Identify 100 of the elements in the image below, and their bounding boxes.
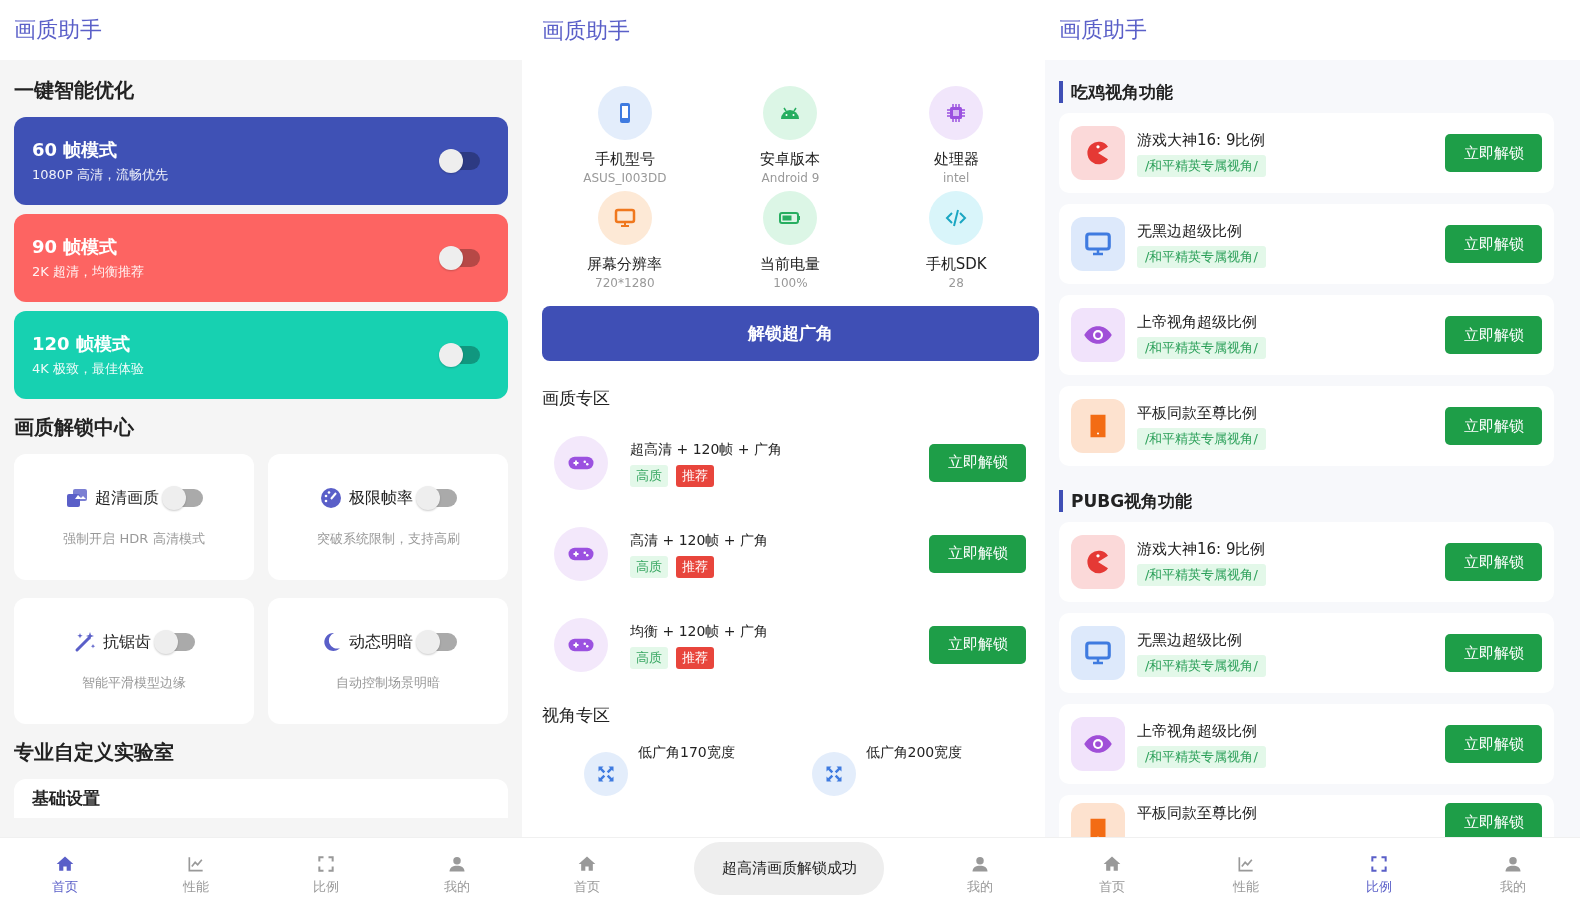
section-heading: 画质解锁中心 bbox=[14, 414, 135, 441]
unlock-button[interactable]: 立即解锁 bbox=[1445, 803, 1542, 837]
monitor-icon bbox=[597, 191, 652, 245]
nav-tab[interactable]: 性能 bbox=[182, 849, 209, 900]
preset-name: 均衡 + 120帧 + 广角 bbox=[630, 621, 769, 641]
view-name: 低广角170宽度 bbox=[638, 744, 735, 762]
eye-icon bbox=[1071, 308, 1125, 362]
tag: 高质 bbox=[630, 464, 668, 487]
app-title: 画质助手 bbox=[542, 17, 630, 45]
info-label: 处理器 bbox=[933, 149, 979, 169]
nav-tab[interactable]: 首页 bbox=[1098, 849, 1125, 900]
unlock-button[interactable]: 立即解锁 bbox=[1445, 225, 1542, 263]
toast-message: 超高清画质解锁成功 bbox=[694, 842, 884, 895]
nav-tab[interactable]: 首页 bbox=[52, 849, 79, 900]
pacman-icon bbox=[1071, 126, 1125, 180]
section-heading: 吃鸡视角功能 bbox=[1059, 81, 1554, 103]
tablet-icon bbox=[1071, 399, 1125, 453]
unlock-button[interactable]: 立即解锁 bbox=[1445, 725, 1542, 763]
ratio-name: 平板同款至尊比例 bbox=[1137, 803, 1258, 823]
photos-icon bbox=[65, 486, 89, 510]
toggle-switch[interactable] bbox=[442, 346, 480, 364]
section-heading: 画质专区 bbox=[542, 387, 611, 409]
feature-label: 极限帧率 bbox=[349, 487, 413, 509]
section-heading: 视角专区 bbox=[542, 704, 611, 726]
pacman-icon bbox=[1071, 535, 1125, 589]
app-title: 画质助手 bbox=[1059, 16, 1147, 44]
toggle-switch[interactable] bbox=[419, 633, 457, 651]
unlock-button[interactable]: 解锁超广角 bbox=[542, 306, 1039, 361]
nav-tab[interactable]: 我的 bbox=[443, 849, 470, 900]
card-title: 基础设置 bbox=[32, 788, 101, 808]
unlock-button[interactable]: 立即解锁 bbox=[1445, 543, 1542, 581]
monitor-icon bbox=[1071, 217, 1125, 271]
tag: /和平精英专属视角/ bbox=[1137, 563, 1266, 586]
feature-description: 强制开启 HDR 高清模式 bbox=[63, 530, 205, 548]
ratio-name: 上帝视角超级比例 bbox=[1137, 311, 1258, 332]
nav-tab[interactable]: 我的 bbox=[1500, 849, 1527, 900]
fullscreen-icon bbox=[1369, 853, 1390, 874]
view-name: 低广角200宽度 bbox=[865, 744, 963, 762]
toggle-switch[interactable] bbox=[165, 489, 203, 507]
info-value: 720*1280 bbox=[595, 276, 655, 290]
feature-label: 动态明暗 bbox=[349, 631, 413, 653]
unlock-button[interactable]: 立即解锁 bbox=[1445, 634, 1542, 672]
nav-tab[interactable]: 性能 bbox=[1232, 849, 1259, 900]
ratio-name: 无黑边超级比例 bbox=[1137, 220, 1243, 241]
mode-name: 60 帧模式 bbox=[32, 138, 119, 162]
nav-tab[interactable]: 比例 bbox=[1366, 849, 1393, 900]
tag: 推荐 bbox=[676, 646, 714, 669]
toggle-switch[interactable] bbox=[442, 249, 480, 267]
info-label: 安卓版本 bbox=[760, 149, 821, 169]
expand-icon bbox=[811, 752, 856, 796]
info-value: ASUS_I003DD bbox=[583, 171, 667, 185]
unlock-button[interactable]: 立即解锁 bbox=[929, 443, 1026, 482]
mode-card[interactable]: 60 帧模式 1080P 高清，流畅优先 bbox=[14, 117, 508, 205]
mode-description: 2K 超清，均衡推荐 bbox=[32, 263, 144, 281]
section-heading: PUBG视角功能 bbox=[1059, 490, 1554, 512]
preset-name: 超高清 + 120帧 + 广角 bbox=[630, 439, 783, 459]
toggle-switch[interactable] bbox=[157, 633, 195, 651]
toggle-switch[interactable] bbox=[419, 489, 457, 507]
ratio-name: 游戏大神16: 9比例 bbox=[1137, 129, 1267, 150]
gamepad-icon bbox=[554, 435, 608, 490]
nav-tab[interactable]: 我的 bbox=[966, 849, 993, 900]
mode-description: 4K 极致，最佳体验 bbox=[32, 360, 144, 378]
feature-description: 自动控制场景明暗 bbox=[336, 674, 440, 692]
tag: 高质 bbox=[630, 555, 668, 578]
code-icon bbox=[929, 191, 984, 245]
section-heading: 一键智能优化 bbox=[14, 77, 135, 104]
mode-description: 1080P 高清，流畅优先 bbox=[32, 166, 169, 184]
toggle-switch[interactable] bbox=[442, 152, 480, 170]
tag: /和平精英专属视角/ bbox=[1137, 654, 1266, 677]
info-value: 100% bbox=[773, 276, 808, 290]
robot-icon bbox=[763, 86, 818, 140]
feature-description: 突破系统限制，支持高刷 bbox=[316, 530, 460, 548]
phone-icon bbox=[597, 86, 652, 140]
unlock-button[interactable]: 立即解锁 bbox=[929, 534, 1026, 573]
magic-wand-icon bbox=[73, 630, 97, 654]
unlock-button[interactable]: 立即解锁 bbox=[1445, 134, 1542, 172]
ratio-name: 上帝视角超级比例 bbox=[1137, 720, 1258, 741]
info-value: 28 bbox=[948, 276, 964, 290]
tag: /和平精英专属视角/ bbox=[1137, 745, 1266, 768]
chip-icon bbox=[929, 86, 984, 140]
unlock-button[interactable]: 立即解锁 bbox=[1445, 407, 1542, 445]
nav-tab[interactable]: 比例 bbox=[313, 849, 340, 900]
info-label: 屏幕分辨率 bbox=[587, 254, 663, 274]
mode-card[interactable]: 90 帧模式 2K 超清，均衡推荐 bbox=[14, 214, 508, 302]
ratio-name: 平板同款至尊比例 bbox=[1137, 402, 1258, 423]
feature-description: 智能平滑模型边缘 bbox=[82, 674, 186, 692]
info-value: Android 9 bbox=[761, 171, 820, 185]
gauge-icon bbox=[319, 486, 343, 510]
fullscreen-icon bbox=[316, 853, 337, 874]
expand-icon bbox=[584, 752, 628, 796]
ratio-name: 无黑边超级比例 bbox=[1137, 629, 1243, 650]
mode-card[interactable]: 120 帧模式 4K 极致，最佳体验 bbox=[14, 311, 508, 399]
info-label: 手机SDK bbox=[925, 254, 987, 274]
unlock-button[interactable]: 立即解锁 bbox=[929, 625, 1026, 664]
tag: /和平精英专属视角/ bbox=[1137, 336, 1266, 359]
unlock-button[interactable]: 立即解锁 bbox=[1445, 316, 1542, 354]
tag: 推荐 bbox=[676, 555, 714, 578]
info-label: 当前电量 bbox=[760, 254, 821, 274]
tag: /和平精英专属视角/ bbox=[1137, 245, 1266, 268]
nav-tab[interactable]: 首页 bbox=[574, 849, 601, 900]
